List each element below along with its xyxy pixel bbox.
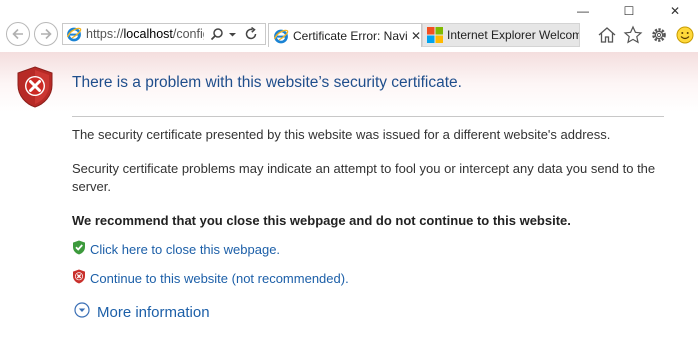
- close-webpage-link[interactable]: Click here to close this webpage.: [72, 240, 280, 258]
- tab-close-icon[interactable]: ✕: [411, 29, 421, 43]
- more-information-toggle[interactable]: More information: [74, 302, 210, 322]
- red-x-shield-icon: [72, 269, 86, 287]
- tab-ie-welcome[interactable]: Internet Explorer Welcome: [422, 23, 580, 47]
- continue-to-website-link[interactable]: Continue to this website (not recommende…: [72, 269, 349, 287]
- security-warning-text: Security certificate problems may indica…: [72, 161, 656, 194]
- close-window-button[interactable]: ✕: [652, 0, 698, 22]
- command-icons: [596, 23, 696, 47]
- green-check-shield-icon: [72, 240, 86, 258]
- microsoft-logo-icon: [427, 27, 443, 43]
- tab-label: Internet Explorer Welcome: [447, 28, 579, 42]
- tab-certificate-error[interactable]: Certificate Error: Navig... ✕: [268, 23, 422, 47]
- cert-mismatch-text: The security certificate presented by th…: [72, 127, 611, 142]
- search-icon[interactable]: [210, 27, 224, 41]
- error-shield-icon: [16, 66, 54, 113]
- home-icon[interactable]: [596, 24, 618, 46]
- settings-gear-icon[interactable]: [648, 24, 670, 46]
- close-webpage-label[interactable]: Click here to close this webpage.: [90, 242, 280, 257]
- continue-label[interactable]: Continue to this website (not recommende…: [90, 271, 349, 286]
- expand-chevron-icon[interactable]: [74, 302, 90, 322]
- browser-chrome: — ☐ ✕ https://localhost/configur: [0, 0, 698, 52]
- forward-button[interactable]: [34, 22, 58, 46]
- favorites-star-icon[interactable]: [622, 24, 644, 46]
- ie-tab-icon: [273, 28, 289, 44]
- certificate-error-page: There is a problem with this website’s s…: [0, 52, 698, 342]
- minimize-button[interactable]: —: [560, 0, 606, 22]
- more-information-label[interactable]: More information: [97, 304, 210, 321]
- divider: [72, 116, 664, 117]
- forward-arrow-icon: [41, 28, 52, 40]
- window-controls: — ☐ ✕: [560, 0, 698, 22]
- address-bar[interactable]: https://localhost/configur: [62, 23, 266, 45]
- address-url[interactable]: https://localhost/configur: [86, 27, 204, 41]
- feedback-smiley-icon[interactable]: [674, 24, 696, 46]
- page-title: There is a problem with this website’s s…: [72, 74, 462, 91]
- back-arrow-icon: [12, 28, 23, 40]
- dropdown-arrow-icon[interactable]: [228, 30, 237, 39]
- back-button[interactable]: [6, 22, 30, 46]
- maximize-button[interactable]: ☐: [606, 0, 652, 22]
- tab-label: Certificate Error: Navig...: [293, 28, 407, 43]
- refresh-icon[interactable]: [244, 27, 258, 41]
- ie-page-icon: [66, 26, 82, 42]
- recommendation-text: We recommend that you close this webpage…: [72, 213, 571, 228]
